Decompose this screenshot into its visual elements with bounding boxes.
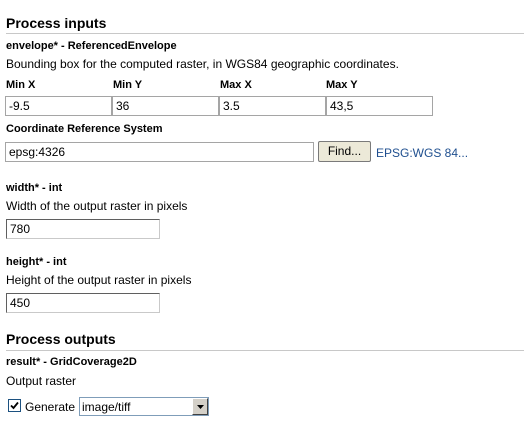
process-outputs-title: Process outputs (6, 331, 116, 347)
envelope-description: Bounding box for the computed raster, in… (6, 57, 399, 71)
crs-label: Coordinate Reference System (6, 123, 163, 135)
max-y-label: Max Y (326, 79, 358, 91)
envelope-param-name: envelope* - ReferencedEnvelope (6, 40, 177, 52)
result-description: Output raster (6, 374, 77, 388)
min-y-label: Min Y (113, 79, 143, 91)
max-y-input[interactable] (326, 96, 433, 116)
max-x-input[interactable] (219, 96, 326, 116)
width-description: Width of the output raster in pixels (6, 199, 188, 213)
crs-resolved-link[interactable]: EPSG:WGS 84... (376, 146, 468, 160)
wps-request-builder: Process inputs envelope* - ReferencedEnv… (0, 0, 526, 432)
checkmark-icon (10, 401, 19, 410)
process-inputs-divider (6, 33, 524, 34)
process-inputs-title: Process inputs (6, 15, 107, 31)
output-format-select[interactable]: image/tiff (79, 397, 209, 416)
min-x-input[interactable] (5, 96, 112, 116)
process-outputs-divider (6, 350, 524, 351)
generate-checkbox[interactable] (8, 399, 21, 412)
min-x-label: Min X (6, 79, 36, 91)
generate-label: Generate (25, 400, 76, 414)
chevron-down-icon (197, 405, 204, 409)
output-format-value: image/tiff (82, 400, 131, 414)
height-param-name: height* - int (6, 256, 67, 268)
crs-find-button[interactable]: Find... (318, 141, 371, 162)
min-y-input[interactable] (112, 96, 219, 116)
crs-input[interactable] (5, 142, 314, 162)
width-param-name: width* - int (6, 182, 63, 194)
width-input[interactable] (6, 219, 160, 239)
max-x-label: Max X (220, 79, 252, 91)
height-input[interactable] (6, 293, 160, 313)
result-param-name: result* - GridCoverage2D (6, 356, 137, 368)
dropdown-button[interactable] (192, 398, 208, 415)
height-description: Height of the output raster in pixels (6, 273, 192, 287)
